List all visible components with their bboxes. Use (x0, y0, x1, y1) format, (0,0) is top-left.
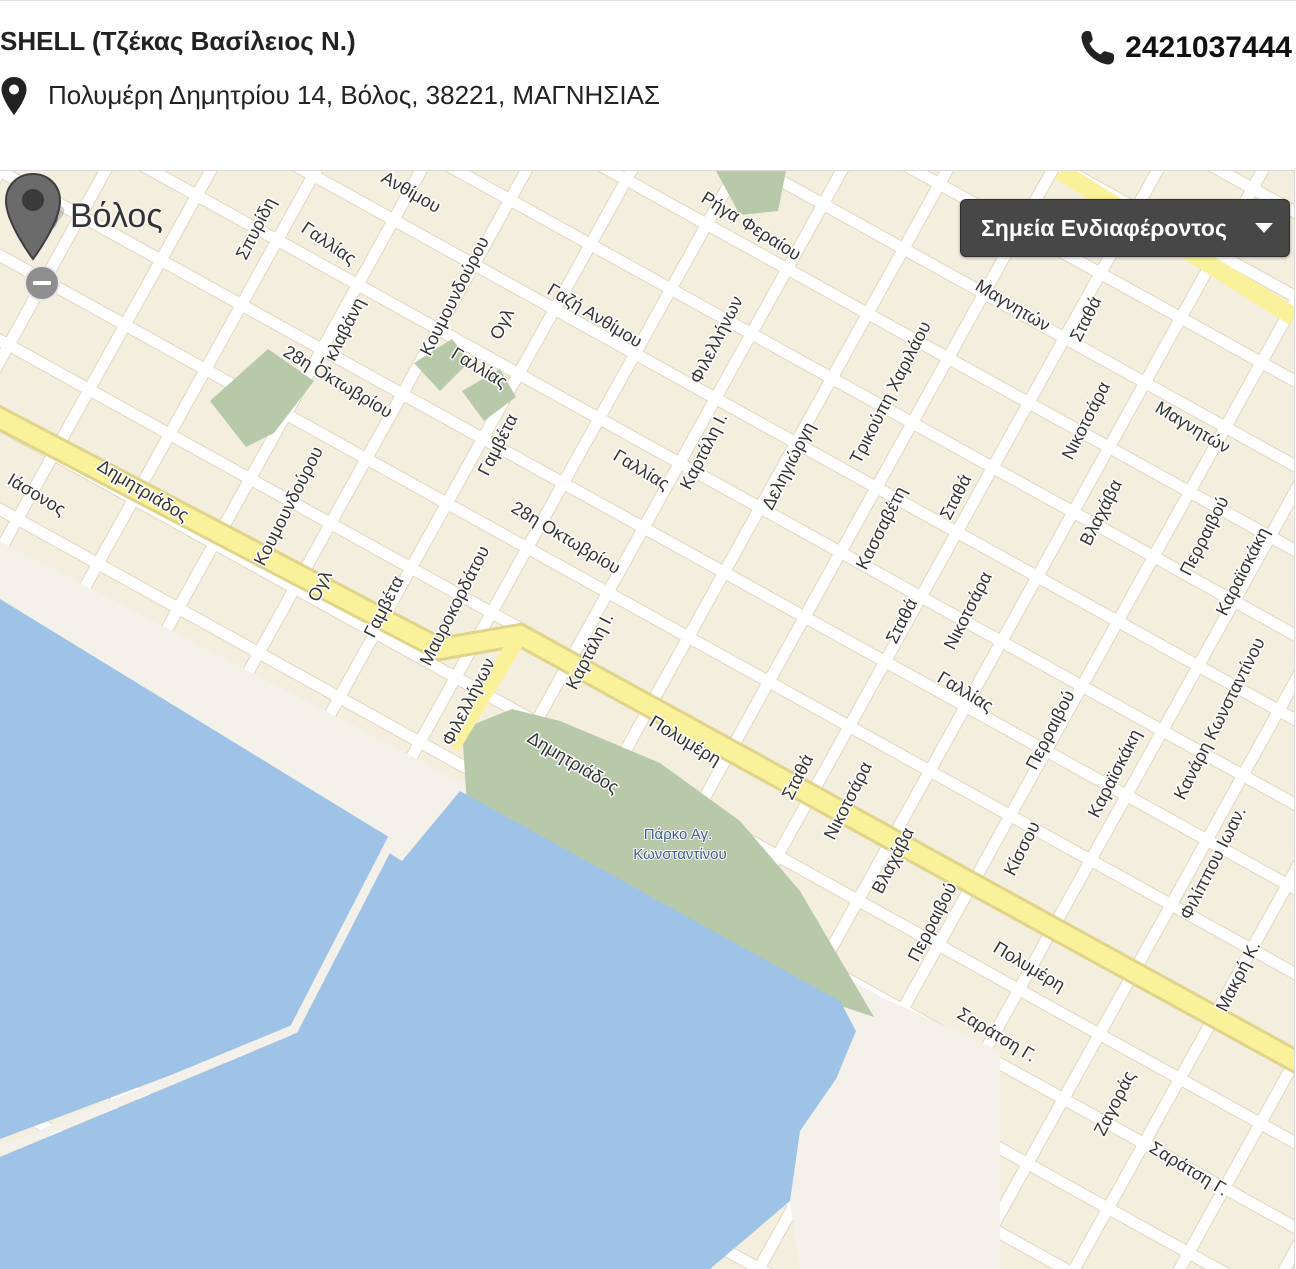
park-label: Πάρκο Αγ. Κωνσταντίνου (633, 826, 726, 863)
street-label: Μαγνητών (1152, 397, 1234, 457)
street-label: Σπυρίδη (232, 194, 280, 263)
street-label: Σαράτση Γ. (954, 1003, 1040, 1066)
street-label: Καρτάλη Ι. (562, 609, 618, 692)
street-label: Ρήγα Φεραίου (698, 187, 805, 264)
street-label: Μαγνητών (972, 275, 1054, 335)
business-name: SHELL (Τζέκας Βασίλειος Ν.) (0, 26, 356, 56)
street-label: Κουμουνδούρου (250, 443, 327, 569)
map-marker-icon[interactable] (0, 171, 66, 261)
street-label: Γαλλίας (610, 445, 673, 494)
map[interactable]: Γαλλίας Ανθίμου Σπυρίδη Κουμουνδούρου Ογ… (0, 170, 1295, 1269)
street-label: Γαζή Ανθίμου (544, 279, 646, 351)
street-label: Δεληγιώργη (758, 419, 819, 513)
street-label: 28η Οκτωβρίου (508, 497, 624, 578)
zoom-out-button[interactable] (24, 265, 60, 301)
map-labels: Γαλλίας Ανθίμου Σπυρίδη Κουμουνδούρου Ογ… (2, 171, 1274, 1201)
street-label: Σταθά (882, 595, 922, 647)
phone-icon (1081, 31, 1115, 65)
street-label: Δημητριάδος (524, 727, 623, 797)
street-label: Σαράτση Γ. (1146, 1137, 1232, 1200)
street-label: Περραιβού (1022, 687, 1079, 773)
street-label: Ανθίμου (378, 171, 444, 217)
map-pin-icon (1, 77, 27, 115)
street-label: Φιλελλήνων (438, 655, 499, 749)
street-label: Φιλίππου Ιωαν. (1176, 803, 1250, 923)
street-label: Μαυροκορδάτου (416, 542, 494, 668)
map-city-label: Βόλος (70, 197, 163, 235)
street-label: Γαλλίας (934, 667, 997, 716)
street-label: Σταθά (936, 471, 976, 523)
street-label: Ογλ (486, 305, 518, 343)
street-label: Πολυμέρη (990, 937, 1069, 995)
street-label: Καραϊσκάκη (1212, 524, 1273, 619)
street-label: Γαλλίας (448, 343, 511, 392)
street-label: Φιλελλήνων (686, 293, 747, 387)
phone-row[interactable]: 2421037444 (1079, 26, 1292, 70)
street-label: Γαλλίας (298, 218, 360, 269)
street-label: Νικοτσάρα (820, 758, 876, 842)
street-label: Περραιβού (904, 879, 961, 965)
street-label: Ζαγοράς (1090, 1067, 1140, 1139)
address-text: Πολυμέρη Δημητρίου 14, Βόλος, 38221, ΜΑΓ… (48, 80, 661, 110)
phone-number[interactable]: 2421037444 (1125, 31, 1292, 65)
street-label: Κουμουνδούρου (416, 233, 493, 359)
street-label: Βλαχάβα (868, 824, 918, 897)
street-label: Γαμβέτα (360, 573, 408, 641)
dropdown-label: Σημεία Ενδιαφέροντος (981, 215, 1227, 241)
street-label: Κανάρη Κωνσταντίνου (1170, 634, 1269, 803)
street-label: Κίσσου (1000, 818, 1044, 879)
street-label: Περραιβού (1176, 493, 1233, 579)
street-label: Ογλ (304, 567, 336, 605)
street-label: Τρικούπη Χαριλάου (846, 318, 935, 467)
points-of-interest-dropdown[interactable]: Σημεία Ενδιαφέροντος (960, 199, 1290, 257)
street-label: Νικοτσάρα (940, 568, 996, 652)
street-label: Καραϊσκάκη (1084, 726, 1145, 821)
street-label: Μακρή Κ. (1212, 937, 1265, 1014)
street-label: Νικοτσάρα (1058, 378, 1114, 462)
street-label: Κασσαβέτη (852, 483, 911, 573)
street-label: Ιάσονος (4, 469, 70, 519)
street-label: Δημητριάδος (94, 455, 193, 525)
street-label: Σταθά (778, 751, 818, 803)
listing-header: SHELL (Τζέκας Βασίλειος Ν.) Πολυμέρη Δημ… (0, 0, 1296, 170)
street-label: Καρτάλη Ι. (676, 409, 732, 492)
street-label: Γαμβέτα (474, 411, 522, 479)
street-label: Πολυμέρη (646, 711, 725, 769)
chevron-down-icon (1255, 223, 1273, 233)
street-label: Σταθά (1066, 293, 1106, 345)
street-label: Βλαχάβα (1076, 476, 1126, 549)
